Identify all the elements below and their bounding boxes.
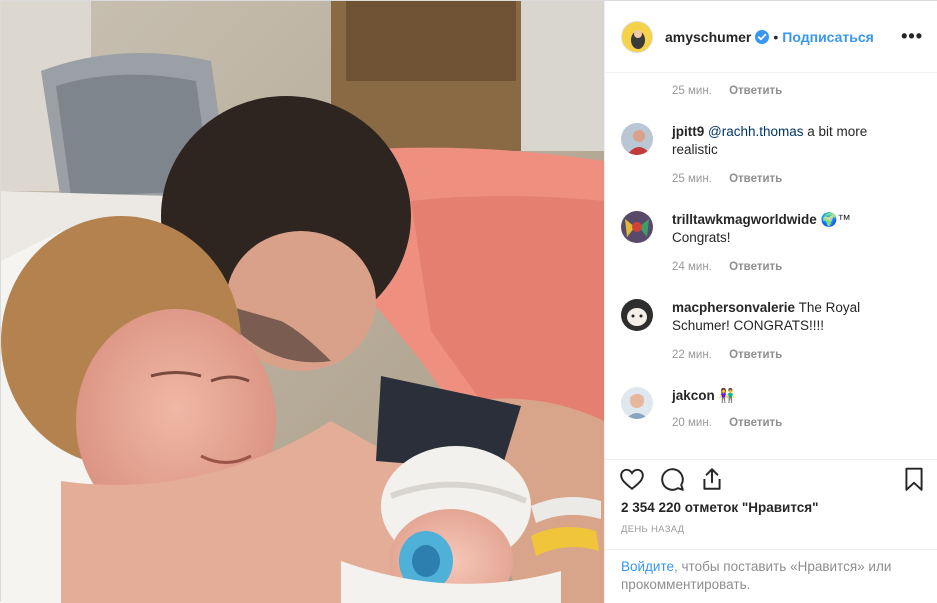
avatar-image xyxy=(621,387,653,419)
header-separator: • xyxy=(773,28,779,45)
login-prompt: Войдите, чтобы поставить «Нравится» или … xyxy=(605,549,937,603)
comment-username[interactable]: trilltawkmagworldwide xyxy=(672,212,817,227)
comment-content: 👫 xyxy=(714,388,736,403)
comment-meta: 22 мин. Ответить xyxy=(672,349,782,361)
follow-button[interactable]: Подписаться xyxy=(782,29,874,45)
comments-list[interactable]: 25 мин. Ответить jpitt9 @rachh.thomas a … xyxy=(605,73,937,459)
comment-time: 22 мин. xyxy=(672,349,712,361)
reply-button[interactable]: Ответить xyxy=(729,261,782,273)
comment-avatar[interactable] xyxy=(621,299,653,331)
reply-button[interactable]: Ответить xyxy=(729,173,782,185)
header-username[interactable]: amyschumer xyxy=(665,29,751,45)
comment-text: jakcon 👫 xyxy=(672,387,912,405)
comment-meta: 25 мин. Ответить xyxy=(672,85,782,97)
comment-mention[interactable]: @rachh.thomas xyxy=(708,124,804,139)
post-date[interactable]: День назад xyxy=(621,524,684,535)
comment-username[interactable]: jakcon xyxy=(672,388,715,403)
verified-icon xyxy=(755,29,770,44)
comment-time: 24 мин. xyxy=(672,261,712,273)
heart-icon[interactable] xyxy=(619,466,645,492)
comment-text: macphersonvalerie The Royal Schumer! CON… xyxy=(672,299,912,335)
comment-avatar[interactable] xyxy=(621,387,653,419)
comment-time: 25 мин. xyxy=(672,85,712,97)
comment-username[interactable]: macphersonvalerie xyxy=(672,300,795,315)
post-header: amyschumer • Подписаться ••• xyxy=(605,1,937,73)
avatar-image xyxy=(621,299,653,331)
reply-button[interactable]: Ответить xyxy=(729,417,782,429)
likes-count[interactable]: 2 354 220 отметок "Нравится" xyxy=(621,500,819,515)
comment-text: trilltawkmagworldwide 🌍™ Congrats! xyxy=(672,211,912,247)
comment-meta: 25 мин. Ответить xyxy=(672,173,782,185)
comment-avatar[interactable] xyxy=(621,123,653,155)
more-options-icon[interactable]: ••• xyxy=(901,27,923,45)
comment-time: 25 мин. xyxy=(672,173,712,185)
login-link[interactable]: Войдите xyxy=(621,559,674,574)
comment-avatar[interactable] xyxy=(621,211,653,243)
avatar-image xyxy=(622,21,652,52)
comment-meta: 20 мин. Ответить xyxy=(672,417,782,429)
avatar-image xyxy=(621,211,653,243)
share-icon[interactable] xyxy=(699,466,725,492)
reply-button[interactable]: Ответить xyxy=(729,85,782,97)
comment-icon[interactable] xyxy=(659,466,685,492)
post-photo[interactable] xyxy=(1,1,604,603)
post-image xyxy=(1,1,604,603)
comment-username[interactable]: jpitt9 xyxy=(672,124,704,139)
comment-text: jpitt9 @rachh.thomas a bit more realisti… xyxy=(672,123,912,159)
comment-time: 20 мин. xyxy=(672,417,712,429)
post-actions: 2 354 220 отметок "Нравится" День назад xyxy=(605,459,937,549)
instagram-post: amyschumer • Подписаться ••• 25 мин. Отв… xyxy=(0,0,937,603)
side-panel: amyschumer • Подписаться ••• 25 мин. Отв… xyxy=(604,1,937,603)
reply-button[interactable]: Ответить xyxy=(729,349,782,361)
bookmark-icon[interactable] xyxy=(901,466,927,492)
avatar-image xyxy=(621,123,653,155)
comment-meta: 24 мин. Ответить xyxy=(672,261,782,273)
avatar[interactable] xyxy=(621,20,653,53)
